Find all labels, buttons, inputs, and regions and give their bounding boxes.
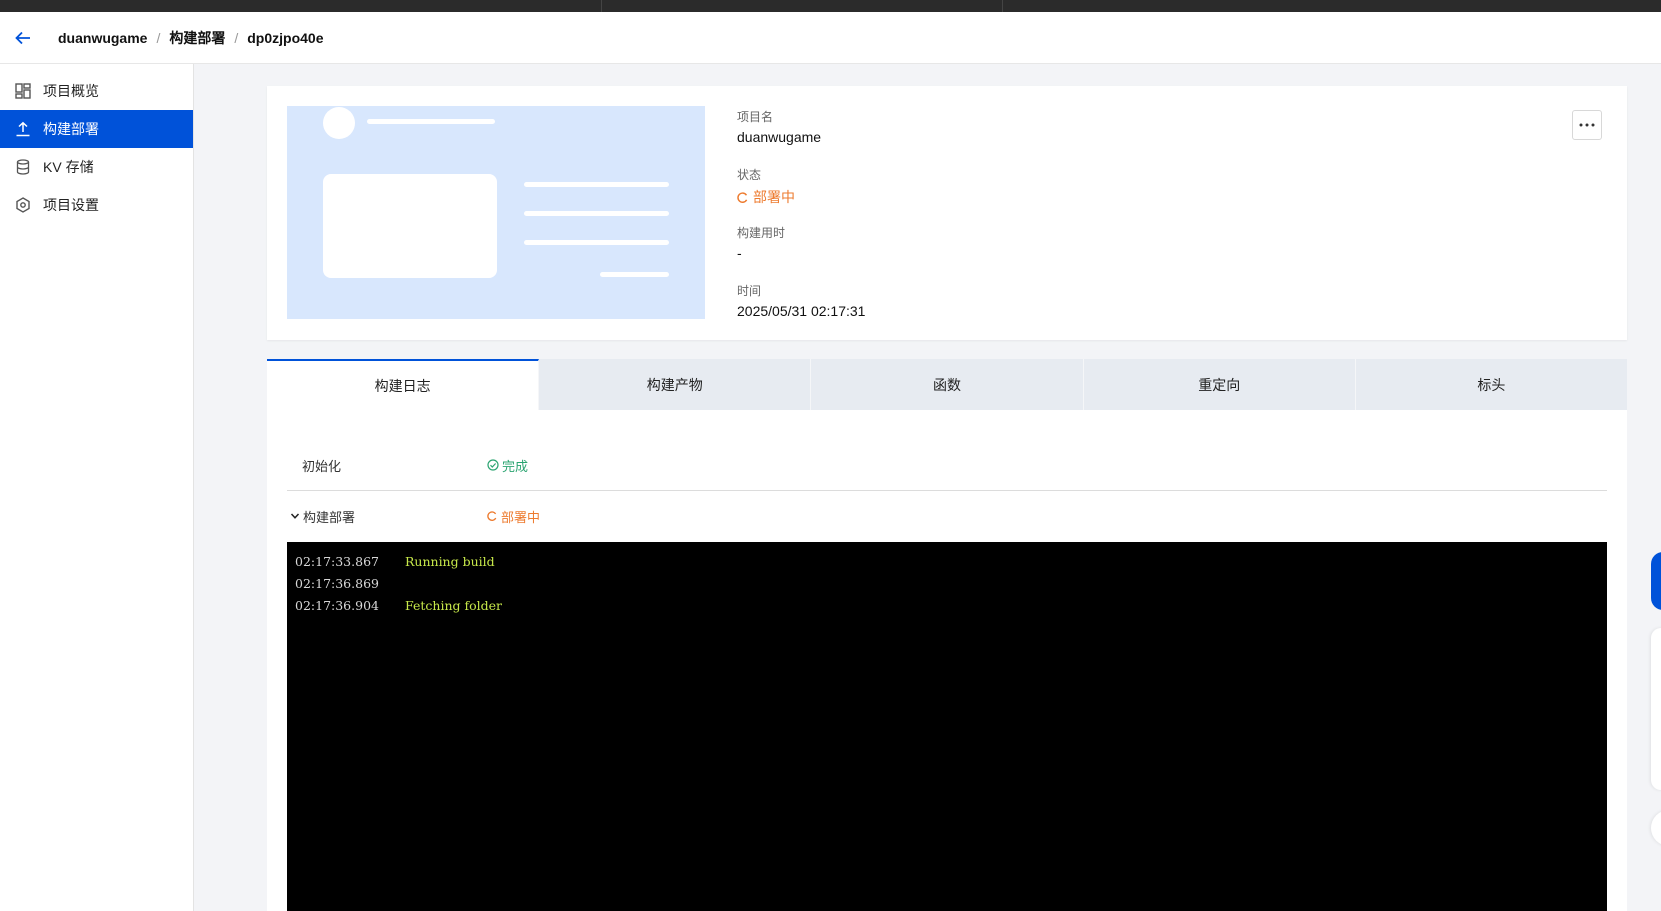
sidebar-item-overview[interactable]: 项目概览 bbox=[0, 72, 193, 110]
step-row-init[interactable]: 初始化 完成 bbox=[287, 440, 1607, 490]
settings-icon bbox=[14, 196, 32, 214]
tab-build-artifacts[interactable]: 构建产物 bbox=[539, 359, 812, 410]
breadcrumb-project[interactable]: duanwugame bbox=[58, 30, 147, 46]
ellipsis-icon bbox=[1579, 123, 1595, 127]
floating-side-button[interactable] bbox=[1651, 810, 1661, 846]
check-circle-icon bbox=[487, 459, 499, 471]
chevron-down-icon[interactable] bbox=[290, 511, 300, 521]
breadcrumb: duanwugame / 构建部署 / dp0zjpo40e bbox=[58, 28, 324, 48]
step-status: 完成 bbox=[487, 456, 528, 475]
tab-headers[interactable]: 标头 bbox=[1356, 359, 1627, 410]
project-name-label: 项目名 bbox=[737, 110, 774, 124]
sidebar-item-project-settings[interactable]: 项目设置 bbox=[0, 186, 193, 224]
header-bar: duanwugame / 构建部署 / dp0zjpo40e bbox=[0, 12, 1661, 64]
build-time-value: - bbox=[737, 245, 742, 261]
sidebar-item-label: 项目概览 bbox=[43, 83, 99, 99]
floating-action-button[interactable] bbox=[1651, 552, 1661, 610]
upload-icon bbox=[14, 120, 32, 138]
sidebar: 项目概览 构建部署 KV 存储 项目设置 bbox=[0, 64, 194, 911]
step-name: 初始化 bbox=[302, 458, 342, 474]
strip-divider bbox=[601, 0, 602, 12]
log-line: 02:17:36.904 Fetching folder bbox=[295, 594, 1599, 616]
breadcrumb-separator: / bbox=[156, 29, 161, 46]
tab-redirects[interactable]: 重定向 bbox=[1084, 359, 1356, 410]
database-icon bbox=[14, 158, 32, 176]
log-timestamp: 02:17:36.869 bbox=[295, 575, 379, 591]
log-line: 02:17:36.869 bbox=[295, 572, 1599, 594]
log-timestamp: 02:17:36.904 bbox=[295, 597, 379, 613]
back-arrow-icon[interactable] bbox=[14, 29, 32, 47]
log-timestamp: 02:17:33.867 bbox=[295, 553, 379, 569]
build-time-label: 构建用时 bbox=[737, 226, 786, 240]
sidebar-item-build-deploy[interactable]: 构建部署 bbox=[0, 110, 193, 148]
log-line: 02:17:33.867 Running build bbox=[295, 550, 1599, 572]
build-details-panel: 构建日志 构建产物 函数 重定向 标头 初始化 完成 构建部署 部署中 02:1… bbox=[267, 359, 1627, 911]
status-value-row: 部署中 bbox=[737, 187, 865, 207]
deployment-preview-placeholder bbox=[287, 106, 705, 319]
step-status-label: 部署中 bbox=[501, 509, 541, 525]
breadcrumb-separator: / bbox=[234, 29, 239, 46]
tab-bar: 构建日志 构建产物 函数 重定向 标头 bbox=[267, 359, 1627, 410]
build-time-field: 构建用时 - bbox=[737, 224, 865, 282]
sidebar-item-label: KV 存储 bbox=[43, 159, 94, 175]
project-name-value: duanwugame bbox=[737, 129, 822, 145]
step-name: 构建部署 bbox=[303, 509, 356, 525]
step-status: 部署中 bbox=[487, 507, 540, 526]
time-value: 2025/05/31 02:17:31 bbox=[737, 303, 866, 319]
tab-build-log[interactable]: 构建日志 bbox=[267, 359, 540, 410]
sidebar-item-label: 项目设置 bbox=[43, 197, 99, 213]
sidebar-item-kv-storage[interactable]: KV 存储 bbox=[0, 148, 193, 186]
build-log-console[interactable]: 02:17:33.867 Running build 02:17:36.869 … bbox=[287, 542, 1607, 911]
loading-spinner-icon bbox=[737, 191, 748, 203]
step-row-build-deploy[interactable]: 构建部署 部署中 bbox=[287, 491, 1607, 541]
status-value: 部署中 bbox=[753, 189, 795, 205]
sidebar-item-label: 构建部署 bbox=[43, 121, 99, 137]
deployment-info-card: 项目名 duanwugame 状态 部署中 构建用时 - 时间 2025/05/… bbox=[267, 86, 1627, 340]
log-message: Running build bbox=[405, 553, 495, 569]
more-options-button[interactable] bbox=[1572, 110, 1602, 140]
dashboard-icon bbox=[14, 82, 32, 100]
status-field: 状态 部署中 bbox=[737, 166, 865, 224]
deployment-details: 项目名 duanwugame 状态 部署中 构建用时 - 时间 2025/05/… bbox=[737, 108, 865, 340]
step-status-label: 完成 bbox=[502, 458, 529, 474]
time-field: 时间 2025/05/31 02:17:31 bbox=[737, 282, 865, 340]
loading-spinner-icon bbox=[487, 511, 497, 521]
step-name-wrap: 构建部署 bbox=[287, 507, 487, 526]
log-message: Fetching folder bbox=[405, 597, 503, 613]
breadcrumb-section[interactable]: 构建部署 bbox=[169, 28, 225, 48]
breadcrumb-deployment: dp0zjpo40e bbox=[247, 29, 324, 46]
project-name-field: 项目名 duanwugame bbox=[737, 108, 865, 166]
status-label: 状态 bbox=[737, 168, 762, 182]
tab-functions[interactable]: 函数 bbox=[811, 359, 1084, 410]
time-label: 时间 bbox=[737, 284, 762, 298]
browser-top-strip bbox=[0, 0, 1661, 12]
strip-divider bbox=[1002, 0, 1003, 12]
floating-side-panel[interactable] bbox=[1651, 628, 1661, 790]
